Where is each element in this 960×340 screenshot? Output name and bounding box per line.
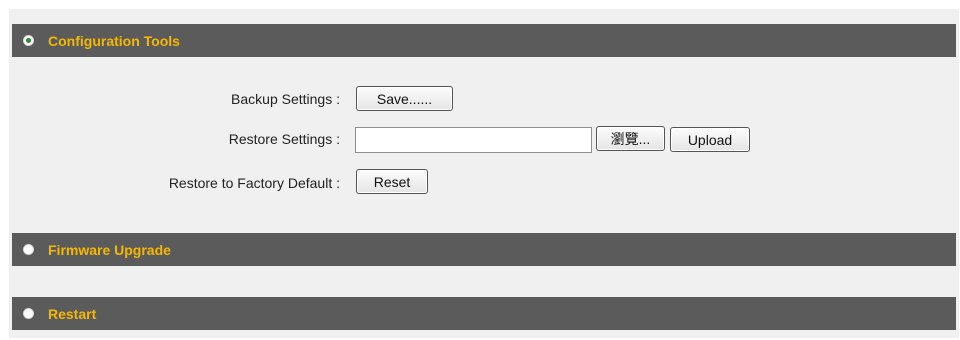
section-title: Restart xyxy=(48,305,97,322)
radio-unselected-icon xyxy=(23,308,34,319)
radio-selected-icon xyxy=(23,35,34,46)
save-button[interactable]: Save...... xyxy=(356,86,453,111)
section-title: Firmware Upgrade xyxy=(48,241,171,258)
backup-settings-label: Backup Settings : xyxy=(231,91,340,107)
section-title: Configuration Tools xyxy=(48,32,180,49)
upload-button[interactable]: Upload xyxy=(670,127,750,152)
reset-button[interactable]: Reset xyxy=(356,169,428,194)
section-firmware-upgrade[interactable]: Firmware Upgrade xyxy=(12,233,956,266)
restore-settings-label: Restore Settings : xyxy=(228,131,340,147)
browse-button[interactable]: 瀏覽... xyxy=(596,126,665,151)
radio-unselected-icon xyxy=(23,244,34,255)
section-restart[interactable]: Restart xyxy=(12,297,956,330)
factory-default-label: Restore to Factory Default : xyxy=(168,175,340,191)
content-panel xyxy=(9,9,959,338)
restore-file-input[interactable] xyxy=(355,127,592,153)
section-configuration-tools[interactable]: Configuration Tools xyxy=(12,24,956,57)
